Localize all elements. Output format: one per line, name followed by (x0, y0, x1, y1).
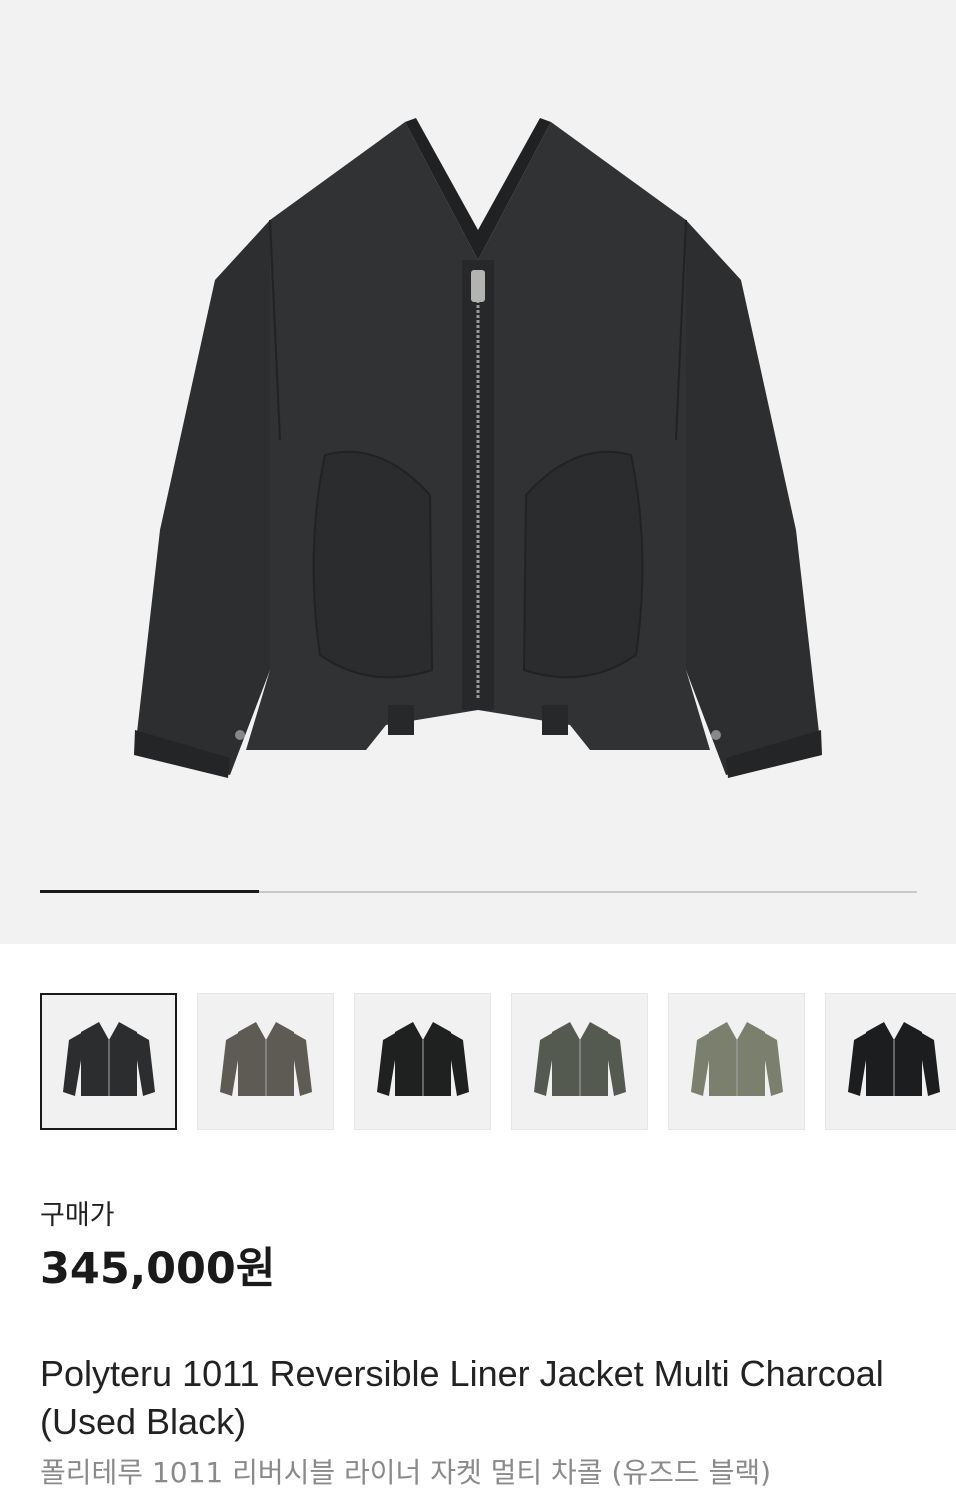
thumbnail-5[interactable] (668, 993, 805, 1130)
product-title-ko: 폴리테루 1011 리버시블 라이너 자켓 멀티 차콜 (유즈드 블랙) (40, 1456, 772, 1489)
jacket-thumbnail-icon (533, 1021, 626, 1096)
product-title-en: Polyteru 1011 Reversible Liner Jacket Mu… (40, 1353, 884, 1442)
gallery-progress-fill (40, 890, 260, 893)
thumbnail-3[interactable] (354, 993, 491, 1130)
price-value: 345,000원 (40, 1244, 276, 1294)
jacket-thumbnail-icon (690, 1021, 783, 1096)
price-label: 구매가 (40, 1200, 115, 1231)
thumbnail-6[interactable] (825, 993, 956, 1130)
thumbnail-4[interactable] (511, 993, 648, 1130)
jacket-thumbnail-icon (847, 1021, 940, 1096)
thumbnail-2[interactable] (197, 993, 334, 1130)
thumbnail-1[interactable] (40, 993, 177, 1130)
jacket-image (134, 118, 822, 778)
thumbnail-strip[interactable] (40, 993, 956, 1130)
product-image-gallery[interactable] (0, 0, 956, 944)
gallery-progress-track (40, 890, 917, 893)
jacket-thumbnail-icon (376, 1021, 469, 1096)
jacket-thumbnail-icon (219, 1021, 312, 1096)
jacket-thumbnail-icon (62, 1021, 155, 1096)
